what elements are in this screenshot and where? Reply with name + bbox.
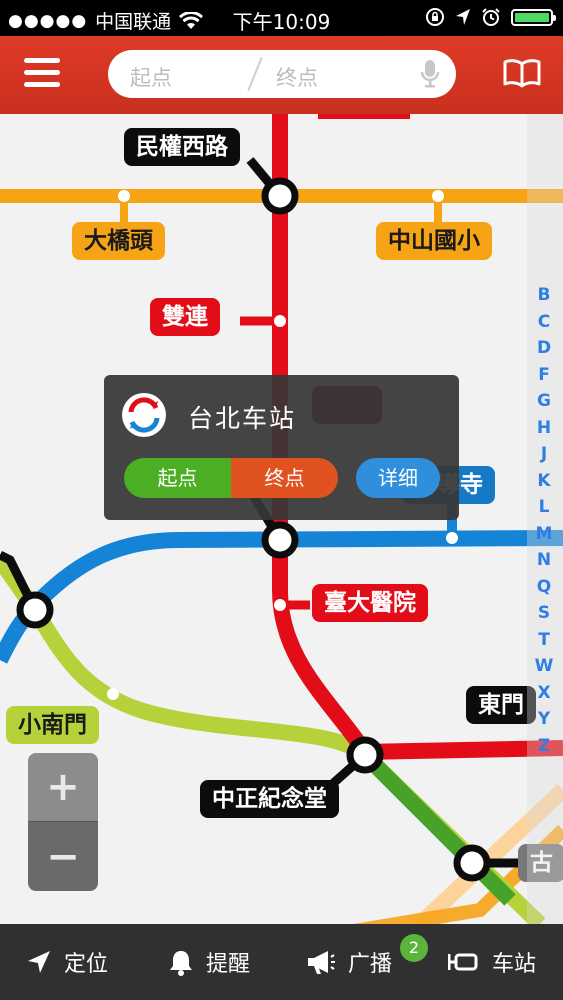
tab-reminder[interactable]: 提醒 — [168, 924, 250, 1000]
zoom-control: + − — [28, 753, 98, 891]
hamburger-icon[interactable] — [24, 58, 60, 88]
set-end-button[interactable]: 终点 — [231, 458, 338, 498]
station-label[interactable]: 東門 — [466, 686, 536, 724]
station-label[interactable]: 小南門 — [6, 706, 99, 744]
bottom-toolbar: 定位 提醒 广播 车站 — [0, 924, 563, 1000]
index-letter[interactable]: D — [537, 335, 551, 362]
index-letter[interactable]: M — [536, 521, 553, 548]
tab-label: 提醒 — [206, 952, 251, 977]
station-label[interactable]: 中山國小 — [376, 222, 492, 260]
index-letter[interactable]: B — [538, 282, 551, 309]
metro-logo-icon — [122, 393, 166, 437]
end-point-input[interactable]: 终点 — [276, 62, 318, 92]
station-label[interactable]: 中正紀念堂 — [200, 780, 339, 818]
zoom-in-button[interactable]: + — [28, 753, 98, 821]
location-services-icon — [456, 9, 470, 25]
broadcast-badge: 2 — [400, 934, 428, 962]
index-letter[interactable]: K — [537, 468, 550, 495]
station-label[interactable]: 雙連 — [150, 298, 220, 336]
app-header: 起点 终点 — [0, 36, 563, 114]
microphone-icon[interactable] — [420, 59, 440, 89]
station-label[interactable]: 民權西路 — [124, 128, 240, 166]
set-start-button[interactable]: 起点 — [124, 458, 231, 498]
index-letter[interactable]: C — [538, 309, 550, 336]
open-book-icon[interactable] — [503, 58, 541, 88]
battery-icon — [511, 8, 556, 26]
station-icon — [448, 953, 478, 971]
zoom-out-button[interactable]: − — [28, 821, 98, 891]
index-letter[interactable]: Q — [537, 574, 551, 601]
status-bar: ●●●●● 中国联通 下午10:09 — [0, 0, 563, 36]
index-letter[interactable]: H — [537, 415, 551, 442]
location-arrow-icon — [28, 951, 50, 973]
tab-label: 车站 — [492, 952, 537, 977]
bell-icon — [170, 951, 192, 976]
tab-broadcast[interactable]: 广播 — [306, 924, 392, 1000]
tab-label: 广播 — [348, 952, 393, 977]
alphabet-index[interactable]: B C D F G H J K L M N Q S T W X Y Z — [533, 282, 555, 759]
rotation-lock-icon — [426, 8, 444, 26]
index-letter[interactable]: S — [538, 600, 550, 627]
index-letter[interactable]: G — [537, 388, 551, 415]
tab-locate[interactable]: 定位 — [26, 924, 108, 1000]
station-popup: 台北车站 起点 终点 详细 — [104, 375, 459, 520]
index-letter[interactable]: L — [539, 494, 550, 521]
index-letter[interactable]: X — [537, 680, 550, 707]
station-label[interactable]: 臺大醫院 — [312, 584, 428, 622]
popup-station-name: 台北车站 — [188, 404, 297, 433]
megaphone-icon — [308, 951, 335, 974]
route-search-box[interactable]: 起点 终点 — [108, 50, 456, 98]
alarm-icon — [482, 8, 500, 26]
station-label[interactable]: 大橋頭 — [72, 222, 165, 260]
index-letter[interactable]: W — [535, 653, 554, 680]
index-letter[interactable]: T — [538, 627, 550, 654]
index-letter[interactable]: N — [537, 547, 551, 574]
start-point-input[interactable]: 起点 — [130, 62, 172, 92]
index-letter[interactable]: Z — [538, 733, 550, 760]
index-letter[interactable]: F — [538, 362, 550, 389]
search-divider — [247, 56, 263, 92]
tab-label: 定位 — [64, 952, 109, 977]
index-letter[interactable]: J — [541, 441, 547, 468]
station-detail-button[interactable]: 详细 — [356, 458, 440, 498]
tab-station[interactable]: 车站 — [448, 924, 536, 1000]
index-letter[interactable]: Y — [538, 706, 550, 733]
